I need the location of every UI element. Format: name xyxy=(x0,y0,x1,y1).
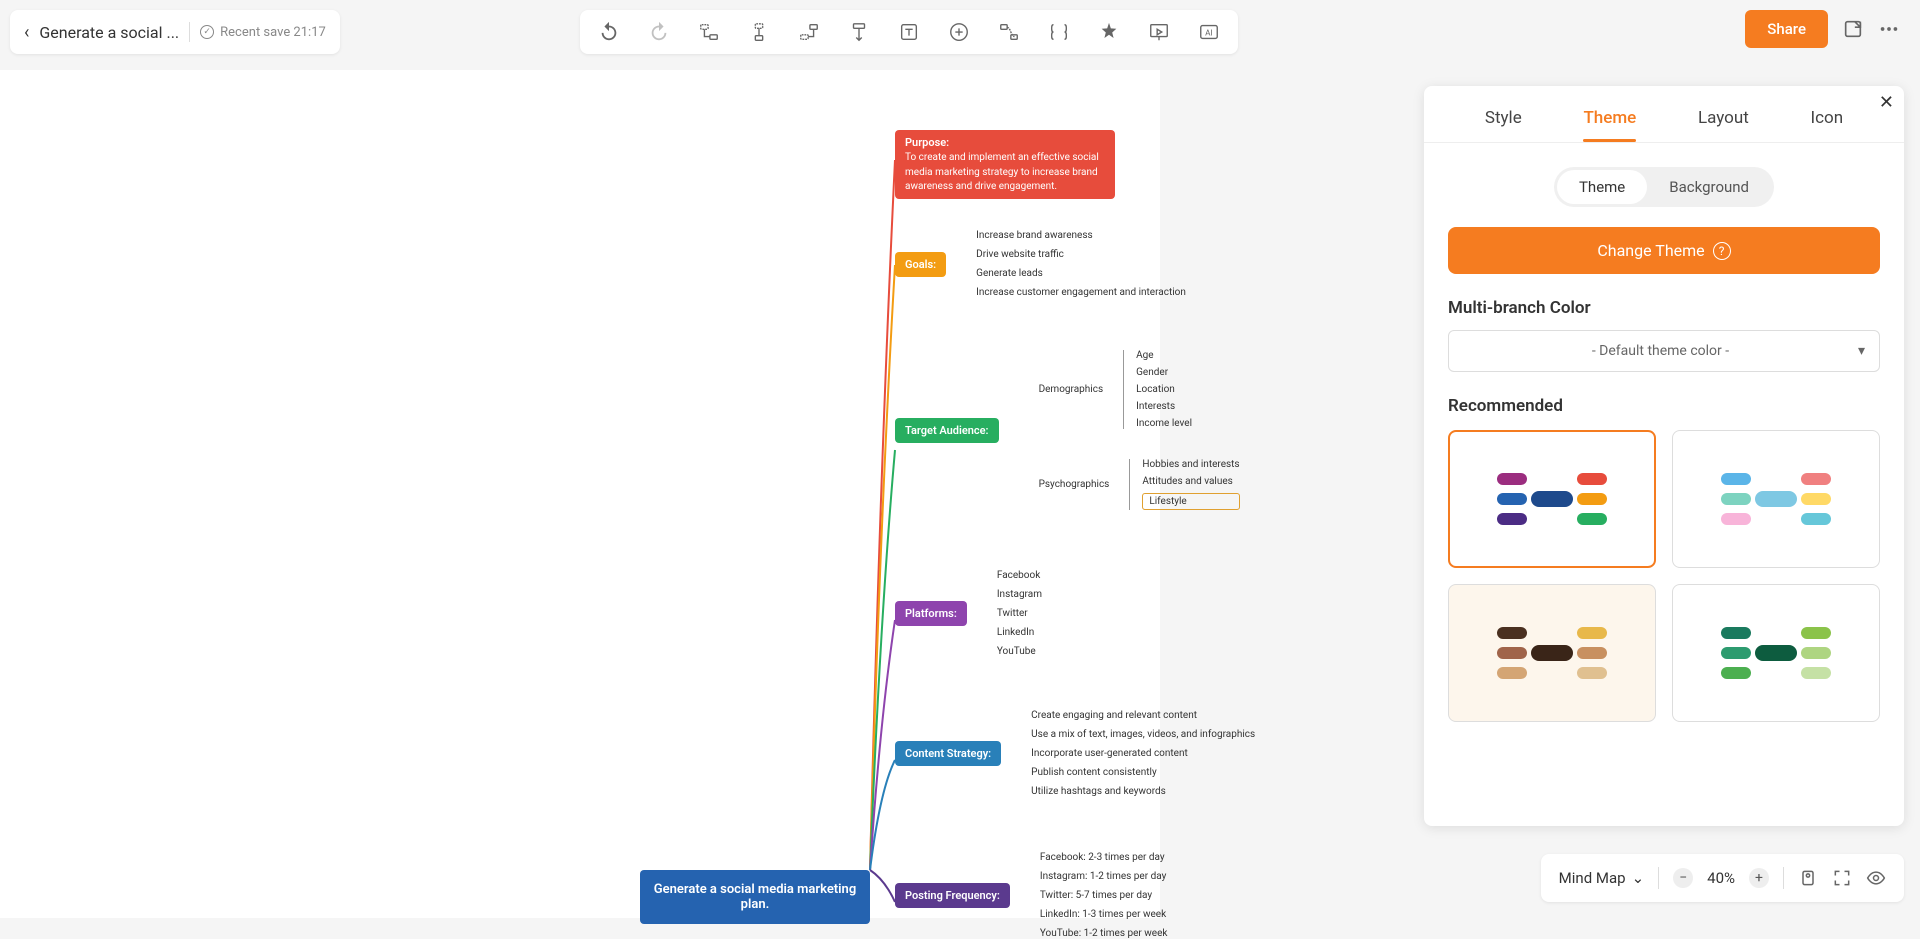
theme-panel: ✕ Style Theme Layout Icon Theme Backgrou… xyxy=(1424,86,1904,826)
leaf[interactable]: Increase brand awareness xyxy=(976,230,1186,241)
tab-theme[interactable]: Theme xyxy=(1583,108,1636,142)
present-icon[interactable] xyxy=(1148,21,1170,43)
purpose-label[interactable]: Purpose: To create and implement an effe… xyxy=(895,130,1115,199)
view-type-select[interactable]: Mind Map ⌄ xyxy=(1559,869,1644,887)
back-icon[interactable]: ‹ xyxy=(24,22,29,43)
text-icon[interactable] xyxy=(898,21,920,43)
theme-grid xyxy=(1424,430,1904,722)
preview-icon[interactable] xyxy=(1866,868,1886,888)
recommended-title: Recommended xyxy=(1448,396,1880,416)
leaf[interactable]: Drive website traffic xyxy=(976,249,1186,260)
undo-icon[interactable] xyxy=(598,21,620,43)
root-node[interactable]: Generate a social media marketing plan. xyxy=(640,870,870,924)
save-text: Recent save 21:17 xyxy=(220,25,326,40)
platforms-label[interactable]: Platforms: xyxy=(895,601,967,626)
leaf[interactable]: Generate leads xyxy=(976,268,1186,279)
relationship-icon[interactable] xyxy=(998,21,1020,43)
color-select[interactable]: - Default theme color - ▾ xyxy=(1448,330,1880,372)
leaf[interactable]: Increase customer engagement and interac… xyxy=(976,287,1186,298)
sibling-icon[interactable] xyxy=(748,21,770,43)
branch-platforms[interactable]: Platforms: Facebook Instagram Twitter Li… xyxy=(895,570,1042,657)
audience-label[interactable]: Target Audience: xyxy=(895,418,999,443)
zoom-in-button[interactable]: + xyxy=(1749,868,1769,888)
chevron-down-icon: ▾ xyxy=(1858,343,1865,359)
fit-icon[interactable] xyxy=(1798,868,1818,888)
goals-label[interactable]: Goals: xyxy=(895,252,946,277)
branch-purpose[interactable]: Purpose: To create and implement an effe… xyxy=(895,130,1115,199)
redo-icon[interactable] xyxy=(648,21,670,43)
format-icon[interactable] xyxy=(848,21,870,43)
zoom-value: 40% xyxy=(1707,869,1735,887)
fullscreen-icon[interactable] xyxy=(1832,868,1852,888)
branch-posting[interactable]: Posting Frequency: Facebook: 2-3 times p… xyxy=(895,852,1167,939)
content-label[interactable]: Content Strategy: xyxy=(895,741,1001,766)
multi-branch-title: Multi-branch Color xyxy=(1448,298,1880,318)
summary-icon[interactable] xyxy=(1048,21,1070,43)
top-right-actions: Share xyxy=(1745,10,1900,48)
svg-text:AI: AI xyxy=(1205,29,1213,39)
branch-content[interactable]: Content Strategy: Create engaging and re… xyxy=(895,710,1255,797)
divider xyxy=(189,22,190,42)
bottom-bar: Mind Map ⌄ − 40% + xyxy=(1541,854,1904,902)
share-button[interactable]: Share xyxy=(1745,10,1828,48)
tab-icon[interactable]: Icon xyxy=(1811,108,1844,142)
theme-card[interactable] xyxy=(1448,430,1656,568)
ai-icon[interactable]: AI xyxy=(1198,21,1220,43)
zoom-out-button[interactable]: − xyxy=(1673,868,1693,888)
branch-goals[interactable]: Goals: Increase brand awareness Drive we… xyxy=(895,230,1186,298)
parent-icon[interactable] xyxy=(798,21,820,43)
more-icon[interactable] xyxy=(1878,18,1900,40)
sub-tab-background[interactable]: Background xyxy=(1647,170,1771,204)
panel-tabs: Style Theme Layout Icon xyxy=(1424,86,1904,143)
change-theme-button[interactable]: Change Theme ? xyxy=(1448,227,1880,274)
style-icon[interactable] xyxy=(1098,21,1120,43)
tab-layout[interactable]: Layout xyxy=(1698,108,1749,142)
help-icon: ? xyxy=(1713,242,1731,260)
branch-audience[interactable]: Target Audience: Demographics Age Gender… xyxy=(895,350,1240,510)
check-icon: ✓ xyxy=(200,25,214,39)
close-icon[interactable]: ✕ xyxy=(1879,92,1894,113)
chevron-down-icon: ⌄ xyxy=(1632,869,1645,887)
mindmap-canvas[interactable]: Purpose: To create and implement an effe… xyxy=(0,70,1160,918)
theme-card[interactable] xyxy=(1672,430,1880,568)
export-icon[interactable] xyxy=(1842,18,1864,40)
theme-card[interactable] xyxy=(1672,584,1880,722)
tab-style[interactable]: Style xyxy=(1485,108,1522,142)
doc-title: Generate a social ... xyxy=(39,23,179,42)
toolbar: AI xyxy=(580,10,1238,54)
sub-demographics[interactable]: Demographics Age Gender Location Interes… xyxy=(1039,350,1240,429)
sub-psychographics[interactable]: Psychographics Hobbies and interests Att… xyxy=(1039,459,1240,510)
doc-header: ‹ Generate a social ... ✓ Recent save 21… xyxy=(10,10,340,54)
posting-label[interactable]: Posting Frequency: xyxy=(895,883,1010,908)
goals-leaves: Increase brand awareness Drive website t… xyxy=(976,230,1186,298)
add-icon[interactable] xyxy=(948,21,970,43)
sub-tab-theme[interactable]: Theme xyxy=(1557,170,1647,204)
theme-card[interactable] xyxy=(1448,584,1656,722)
save-status: ✓ Recent save 21:17 xyxy=(200,25,326,40)
sub-tabs: Theme Background xyxy=(1554,167,1774,207)
subtopic-icon[interactable] xyxy=(698,21,720,43)
